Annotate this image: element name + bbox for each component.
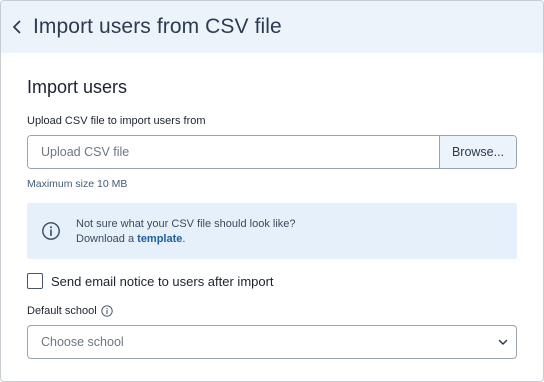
- import-users-window: Import users from CSV file Import users …: [0, 0, 544, 382]
- info-line-2: Download a template.: [76, 232, 296, 247]
- upload-csv-input[interactable]: [28, 136, 439, 168]
- template-info-box: Not sure what your CSV file should look …: [27, 203, 517, 259]
- default-school-label: Default school: [27, 305, 97, 317]
- email-notice-checkbox[interactable]: [27, 273, 43, 289]
- upload-label: Upload CSV file to import users from: [27, 115, 206, 127]
- upload-field-group: Browse...: [27, 135, 517, 169]
- template-link[interactable]: template: [137, 233, 182, 245]
- info-line-2-prefix: Download a: [76, 232, 138, 245]
- email-notice-label[interactable]: Send email notice to users after import: [51, 274, 274, 289]
- page-header: Import users from CSV file: [1, 1, 543, 53]
- back-button[interactable]: [1, 1, 33, 53]
- upload-size-hint: Maximum size 10 MB: [27, 178, 128, 190]
- browse-button[interactable]: Browse...: [439, 136, 516, 168]
- default-school-label-row: Default school: [27, 305, 113, 317]
- email-notice-row: Send email notice to users after import: [27, 273, 274, 289]
- help-circle-icon[interactable]: [101, 305, 113, 317]
- default-school-placeholder: Choose school: [41, 335, 124, 349]
- info-icon: [42, 222, 60, 240]
- info-text: Not sure what your CSV file should look …: [76, 217, 296, 246]
- chevron-down-icon: [490, 325, 516, 359]
- default-school-select[interactable]: Choose school: [27, 325, 517, 359]
- info-line-2-suffix: .: [182, 232, 186, 245]
- page-title: Import users from CSV file: [33, 15, 282, 38]
- chevron-left-icon: [13, 20, 21, 34]
- section-title: Import users: [27, 77, 128, 97]
- info-line-1: Not sure what your CSV file should look …: [76, 218, 296, 230]
